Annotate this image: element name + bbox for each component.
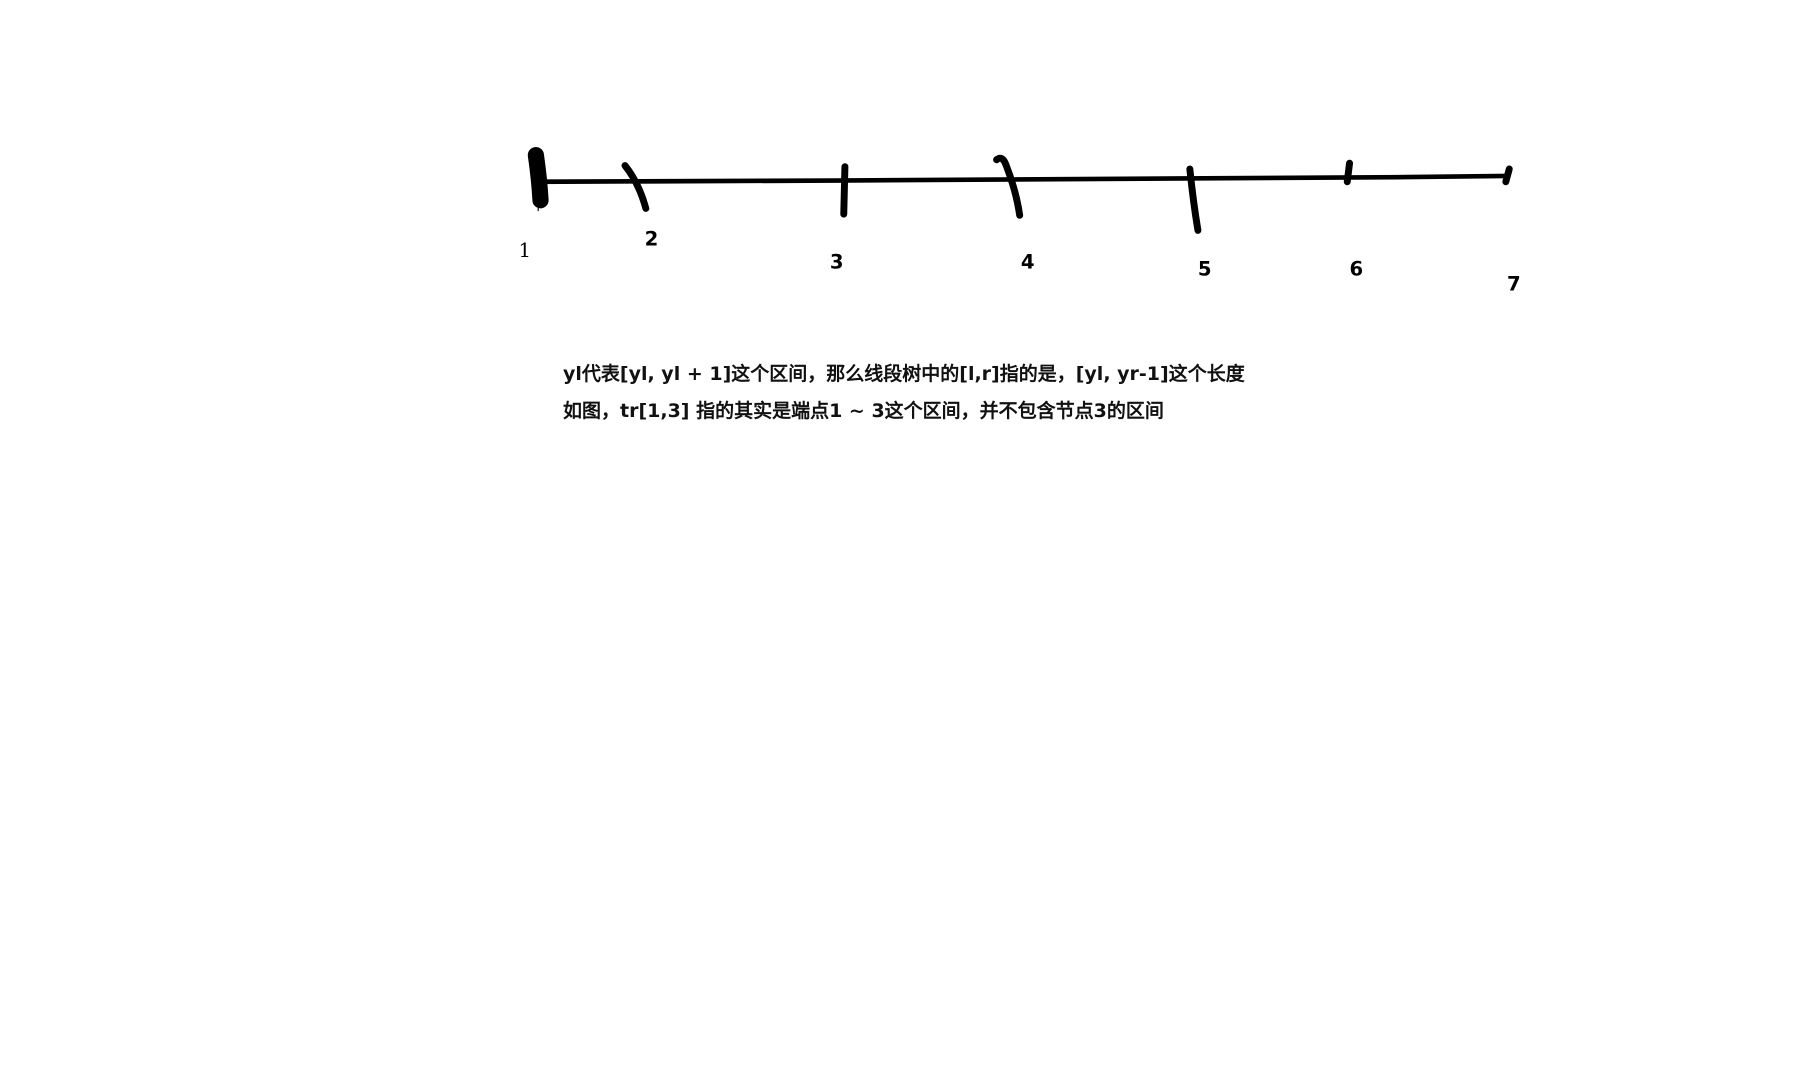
point-label-1: 1 [519,239,532,262]
tick-7 [1502,165,1513,186]
point-label-2: 2 [645,227,659,250]
point-label-3: 3 [830,251,844,274]
note-line-1: yl代表[yl, yl + 1]这个区间，那么线段树中的[l,r]指的是，[yl… [563,363,1245,385]
tick-1 [527,147,549,209]
number-line [537,173,1511,185]
tick-3 [840,163,849,218]
tick-2 [621,162,650,212]
tick-6 [1343,159,1354,186]
point-label-7: 7 [1507,273,1521,296]
point-label-4: 4 [1021,251,1035,274]
point-label-6: 6 [1350,258,1364,281]
point-label-5: 5 [1198,258,1212,281]
explanation-note: yl代表[yl, yl + 1]这个区间，那么线段树中的[l,r]指的是，[yl… [563,356,1245,430]
note-line-2: 如图，tr[1,3] 指的其实是端点1 ~ 3这个区间，并不包含节点3的区间 [563,400,1164,422]
segment-number-line-diagram: 1 2 3 4 5 6 7 [519,147,1521,296]
tick-4 [993,154,1024,219]
